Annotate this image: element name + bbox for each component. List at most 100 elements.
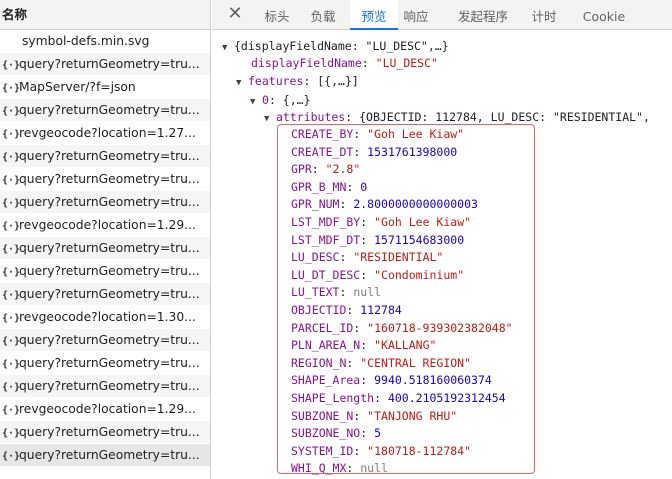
request-row[interactable]: {·}query?returnGeometry=tru...	[0, 191, 210, 214]
request-row[interactable]: {·}query?returnGeometry=tru...	[0, 99, 210, 122]
collapse-arrow-icon[interactable]: ▼	[236, 74, 248, 92]
json-key: SUBZONE_NO	[291, 426, 361, 441]
collapse-arrow-icon[interactable]: ▼	[250, 93, 262, 111]
request-row[interactable]: {·}query?returnGeometry=tru...	[0, 53, 210, 76]
request-name: query?returnGeometry=tru...	[19, 57, 200, 71]
request-row[interactable]: {·}query?returnGeometry=tru...	[0, 168, 210, 191]
request-name: query?returnGeometry=tru...	[19, 448, 200, 462]
json-file-icon: {·}	[2, 221, 21, 232]
json-attributes-row[interactable]: ▼ attributes: {OBJECTID: 112784, LU_DESC:…	[264, 108, 650, 126]
request-row[interactable]: symbol-defs.min.svg	[0, 30, 210, 53]
json-key: LU_DESC	[291, 250, 340, 265]
json-value: null	[360, 461, 388, 476]
json-value: "Condominium"	[374, 267, 465, 282]
request-row[interactable]: {·}query?returnGeometry=tru...	[0, 444, 210, 467]
request-row[interactable]: {·}query?returnGeometry=tru...	[0, 421, 210, 444]
json-key: LU_DT_DESC	[291, 267, 361, 282]
attribute-field-row: CREATE_DT: 1531761398000	[291, 144, 458, 159]
json-file-icon: {·}	[2, 359, 21, 370]
json-root-row[interactable]: ▼ {displayFieldName: "LU_DESC",…}	[222, 37, 449, 55]
tab-item[interactable]: 负载	[306, 0, 340, 30]
tab-item[interactable]: 标头	[262, 0, 292, 30]
attribute-field-row: CREATE_BY: "Goh Lee Kiaw"	[291, 127, 465, 141]
json-value: 400.2105192312454	[387, 391, 506, 405]
tab-item[interactable]: Cookie	[579, 0, 629, 30]
json-value: "CENTRAL REGION"	[360, 355, 472, 370]
json-file-icon: {·}	[2, 290, 21, 301]
request-name: revgeocode?location=1.30...	[19, 310, 196, 324]
json-value: "180718-112784"	[367, 443, 472, 458]
request-row[interactable]: {·}revgeocode?location=1.27...	[0, 122, 210, 145]
json-key: OBJECTID	[291, 303, 347, 317]
attribute-field-row: LST_MDF_DT: 1571154683000	[291, 232, 465, 247]
collapse-arrow-icon[interactable]: ▼	[264, 110, 276, 128]
request-name: query?returnGeometry=tru...	[19, 264, 200, 278]
json-file-icon: {·}	[2, 175, 21, 186]
request-name: revgeocode?location=1.27...	[19, 126, 196, 140]
request-row[interactable]: {·}query?returnGeometry=tru...	[0, 375, 210, 398]
request-name: query?returnGeometry=tru...	[19, 333, 200, 347]
json-value: 2.8000000000000003	[353, 197, 478, 212]
json-file-icon: {·}	[2, 83, 21, 94]
attribute-field-row: SUBZONE_NO: 5	[291, 426, 382, 441]
request-row[interactable]: {·}query?returnGeometry=tru...	[0, 237, 210, 260]
json-key: WHI_Q_MX	[291, 461, 347, 476]
attribute-field-row: SHAPE_Area: 9940.518160060374	[291, 373, 492, 388]
tab-item[interactable]: 预览	[350, 0, 398, 30]
json-file-icon: {·}	[2, 382, 21, 393]
json-features-row[interactable]: ▼ features: [{,…}]	[236, 72, 359, 90]
request-name: query?returnGeometry=tru...	[19, 425, 200, 439]
json-key: LST_MDF_DT	[291, 232, 361, 247]
request-name: revgeocode?location=1.29...	[19, 402, 196, 416]
attribute-field-row: LST_MDF_BY: "Goh Lee Kiaw"	[291, 215, 472, 229]
request-name: revgeocode?location=1.29...	[19, 218, 196, 232]
request-name: query?returnGeometry=tru...	[19, 195, 200, 209]
name-column-header[interactable]: 名称	[0, 0, 210, 30]
json-value: 0	[360, 179, 368, 194]
request-row[interactable]: {·}revgeocode?location=1.29...	[0, 398, 210, 421]
request-row[interactable]: {·}query?returnGeometry=tru...	[0, 352, 210, 375]
json-file-icon: {·}	[2, 244, 21, 255]
tab-item[interactable]: 发起程序	[448, 0, 518, 30]
request-row[interactable]: {·}query?returnGeometry=tru...	[0, 260, 210, 283]
json-file-icon: {·}	[2, 60, 21, 71]
request-row[interactable]: {·}query?returnGeometry=tru...	[0, 329, 210, 352]
json-file-icon: {·}	[2, 405, 21, 416]
json-file-icon: {·}	[2, 152, 21, 163]
attribute-field-row: SHAPE_Length: 400.2105192312454	[291, 391, 506, 405]
json-display-field-row: displayFieldName: "LU_DESC"	[251, 56, 438, 70]
request-row[interactable]: {·}query?returnGeometry=tru...	[0, 145, 210, 168]
attribute-field-row: WHI_Q_MX: null	[291, 461, 388, 476]
json-key: displayFieldName	[251, 56, 362, 70]
json-item0-row[interactable]: ▼ 0: {,…}	[250, 91, 311, 109]
attribute-field-row: LU_TEXT: null	[291, 285, 382, 300]
tab-item[interactable]: 计时	[527, 0, 561, 30]
attribute-field-row: SYSTEM_ID: "180718-112784"	[291, 443, 472, 458]
attribute-field-row: LU_DESC: "RESIDENTIAL"	[291, 250, 444, 265]
attribute-field-row: PARCEL_ID: "160718-939302382048"	[291, 320, 513, 335]
request-row[interactable]: {·}query?returnGeometry=tru...	[0, 283, 210, 306]
json-preview-panel: ▼ {displayFieldName: "LU_DESC",…} display…	[212, 31, 672, 479]
json-value: "Goh Lee Kiaw"	[374, 215, 472, 229]
json-value: "RESIDENTIAL"	[353, 250, 444, 265]
json-key: SHAPE_Area	[291, 373, 361, 388]
json-key: PLN_AREA_N	[291, 338, 361, 353]
json-value: 1571154683000	[374, 232, 465, 247]
json-summary: [{,…}]	[317, 74, 359, 88]
json-value: 9940.518160060374	[374, 373, 492, 388]
json-value: "2.8"	[325, 162, 361, 177]
collapse-arrow-icon[interactable]: ▼	[222, 39, 234, 57]
request-name: query?returnGeometry=tru...	[19, 103, 200, 117]
json-file-icon: {·}	[2, 129, 21, 140]
json-value: "KALLANG"	[374, 338, 437, 353]
request-row[interactable]: {·}MapServer/?f=json	[0, 76, 210, 99]
request-row[interactable]: {·}revgeocode?location=1.30...	[0, 306, 210, 329]
json-value: 1531761398000	[367, 144, 458, 159]
request-name: query?returnGeometry=tru...	[19, 356, 200, 370]
tab-item[interactable]: 响应	[399, 0, 433, 30]
request-row[interactable]: {·}revgeocode?location=1.29...	[0, 214, 210, 237]
close-icon[interactable]: ✕	[226, 5, 244, 23]
json-key: GPR_NUM	[291, 197, 340, 212]
request-name: MapServer/?f=json	[19, 80, 136, 94]
json-value: "LU_DESC"	[375, 56, 438, 70]
